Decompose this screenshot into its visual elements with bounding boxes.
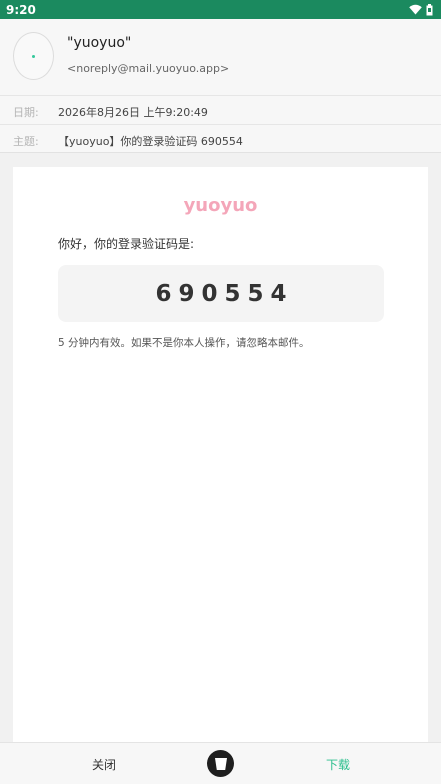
sender-name: "yuoyuo" — [67, 35, 132, 51]
subject-value: 【yuoyuo】你的登录验证码 690554 — [58, 135, 243, 148]
trash-icon — [214, 758, 227, 770]
battery-icon — [426, 3, 433, 15]
delete-button[interactable] — [207, 750, 234, 777]
verification-code-box: 690554 — [58, 265, 384, 322]
status-time: 9:20 — [6, 2, 36, 17]
sender-email: <noreply@mail.yuoyuo.app> — [67, 62, 230, 75]
validity-note: 5 分钟内有效。如果不是你本人操作，请忽略本邮件。 — [58, 337, 310, 349]
greeting-text: 你好，你的登录验证码是: — [58, 237, 195, 251]
avatar-dot — [32, 55, 35, 58]
bottom-action-bar: 关闭 下载 — [0, 742, 441, 784]
date-row: 日期: 2026年8月26日 上午9:20:49 — [0, 95, 441, 124]
verification-code: 690554 — [155, 280, 294, 307]
subject-row: 主题: 【yuoyuo】你的登录验证码 690554 — [0, 124, 441, 153]
status-icons — [409, 3, 433, 16]
date-value: 2026年8月26日 上午9:20:49 — [58, 106, 208, 119]
download-button[interactable]: 下载 — [314, 756, 362, 773]
wifi-icon — [409, 4, 422, 15]
date-label: 日期: — [13, 106, 39, 119]
email-content[interactable]: yuoyuo 你好，你的登录验证码是: 690554 5 分钟内有效。如果不是你… — [13, 167, 428, 742]
close-button[interactable]: 关闭 — [80, 756, 128, 773]
subject-label: 主题: — [13, 135, 39, 148]
status-bar: 9:20 — [0, 0, 441, 19]
sender-header: "yuoyuo" <noreply@mail.yuoyuo.app> — [0, 19, 441, 95]
brand-title: yuoyuo — [183, 195, 258, 216]
avatar — [13, 32, 54, 80]
